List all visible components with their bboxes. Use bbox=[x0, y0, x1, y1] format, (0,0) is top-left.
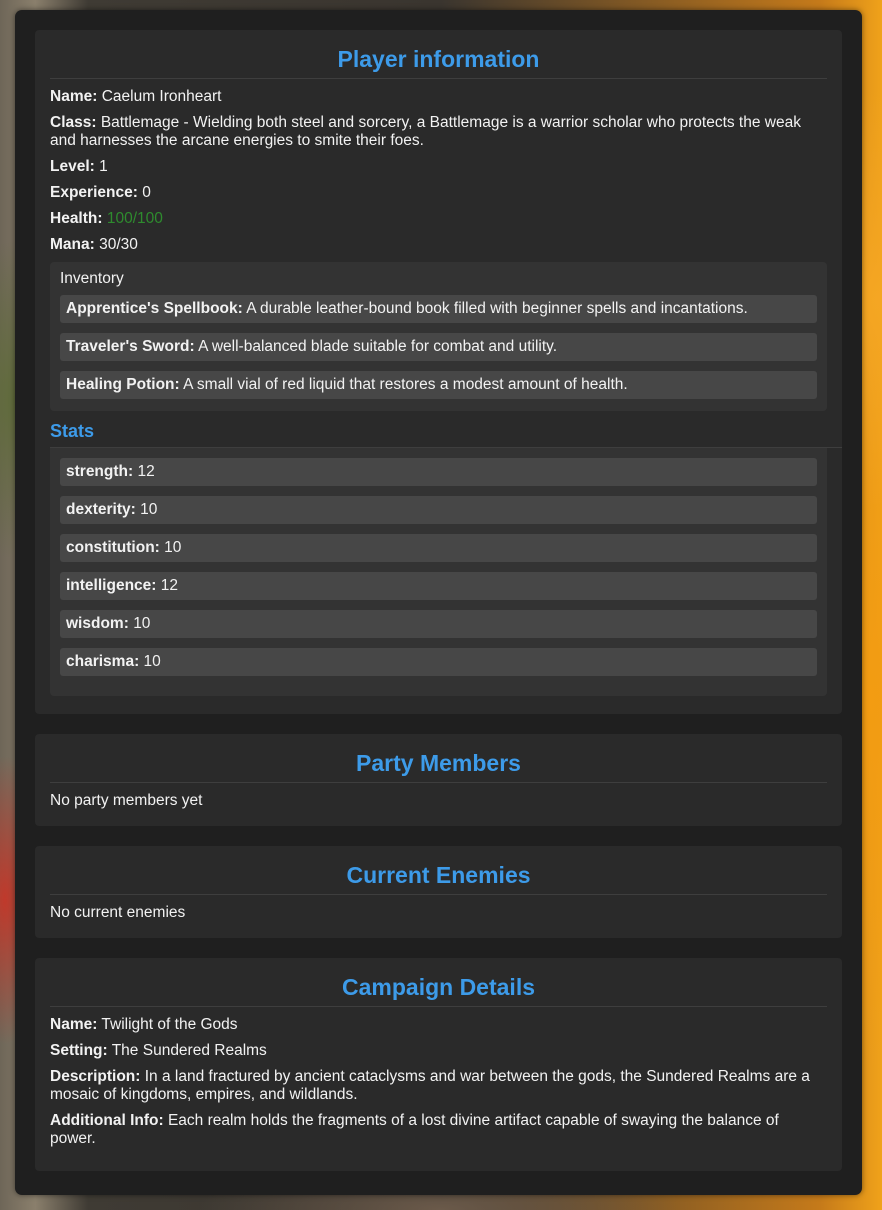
stat-value: 10 bbox=[140, 501, 158, 518]
player-experience-value: 0 bbox=[142, 184, 151, 201]
campaign-additional-line: Additional Info: Each realm holds the fr… bbox=[50, 1112, 827, 1148]
inventory-item-desc: A durable leather-bound book filled with… bbox=[246, 300, 748, 317]
campaign-details-title: Campaign Details bbox=[50, 958, 827, 1007]
player-name-line: Name: Caelum Ironheart bbox=[50, 88, 827, 106]
campaign-name-label: Name: bbox=[50, 1016, 98, 1033]
stat-row-wisdom: wisdom: 10 bbox=[60, 610, 817, 638]
stat-name: intelligence: bbox=[66, 577, 157, 594]
campaign-additional-label: Additional Info: bbox=[50, 1112, 164, 1129]
campaign-setting-line: Setting: The Sundered Realms bbox=[50, 1042, 827, 1060]
inventory-item[interactable]: Traveler's Sword: A well-balanced blade … bbox=[60, 333, 817, 361]
current-enemies-title: Current Enemies bbox=[50, 846, 827, 895]
player-mana-label: Mana: bbox=[50, 236, 95, 253]
inventory-heading: Inventory bbox=[60, 270, 124, 287]
stat-row-dexterity: dexterity: 10 bbox=[60, 496, 817, 524]
campaign-description-label: Description: bbox=[50, 1068, 141, 1085]
player-mana-value: 30/30 bbox=[99, 236, 138, 253]
stat-value: 12 bbox=[160, 577, 178, 594]
campaign-description-line: Description: In a land fractured by anci… bbox=[50, 1068, 827, 1104]
player-level-value: 1 bbox=[99, 158, 108, 175]
stats-section: strength: 12 dexterity: 10 constitution:… bbox=[50, 448, 827, 696]
inventory-item-name: Healing Potion: bbox=[66, 376, 180, 393]
party-members-card: Party Members No party members yet bbox=[35, 734, 842, 826]
stat-name: constitution: bbox=[66, 539, 160, 556]
stat-name: charisma: bbox=[66, 653, 140, 670]
inventory-section: Inventory Apprentice's Spellbook: A dura… bbox=[50, 262, 827, 411]
player-info-card: Player information Name: Caelum Ironhear… bbox=[35, 30, 842, 714]
current-enemies-card: Current Enemies No current enemies bbox=[35, 846, 842, 938]
stat-row-strength: strength: 12 bbox=[60, 458, 817, 486]
player-class-value: Battlemage - Wielding both steel and sor… bbox=[50, 114, 801, 149]
inventory-item[interactable]: Healing Potion: A small vial of red liqu… bbox=[60, 371, 817, 399]
player-class-label: Class: bbox=[50, 114, 97, 131]
stat-name: strength: bbox=[66, 463, 134, 480]
player-info-title: Player information bbox=[50, 30, 827, 79]
stat-value: 10 bbox=[143, 653, 161, 670]
campaign-name-value: Twilight of the Gods bbox=[101, 1016, 238, 1033]
inventory-item-name: Traveler's Sword: bbox=[66, 338, 195, 355]
stat-row-constitution: constitution: 10 bbox=[60, 534, 817, 562]
inventory-item-desc: A small vial of red liquid that restores… bbox=[183, 376, 628, 393]
player-name-label: Name: bbox=[50, 88, 98, 105]
stat-name: dexterity: bbox=[66, 501, 136, 518]
stat-row-charisma: charisma: 10 bbox=[60, 648, 817, 676]
campaign-setting-label: Setting: bbox=[50, 1042, 108, 1059]
stat-value: 10 bbox=[164, 539, 182, 556]
player-class-line: Class: Battlemage - Wielding both steel … bbox=[50, 114, 827, 150]
campaign-name-line: Name: Twilight of the Gods bbox=[50, 1016, 827, 1034]
inventory-item-desc: A well-balanced blade suitable for comba… bbox=[198, 338, 558, 355]
inventory-item[interactable]: Apprentice's Spellbook: A durable leathe… bbox=[60, 295, 817, 323]
stat-value: 12 bbox=[137, 463, 155, 480]
inventory-item-name: Apprentice's Spellbook: bbox=[66, 300, 243, 317]
player-experience-label: Experience: bbox=[50, 184, 138, 201]
player-mana-line: Mana: 30/30 bbox=[50, 236, 827, 254]
campaign-description-value: In a land fractured by ancient cataclysm… bbox=[50, 1068, 810, 1103]
player-level-label: Level: bbox=[50, 158, 95, 175]
player-level-line: Level: 1 bbox=[50, 158, 827, 176]
stat-value: 10 bbox=[133, 615, 151, 632]
stat-name: wisdom: bbox=[66, 615, 129, 632]
player-name-value: Caelum Ironheart bbox=[101, 88, 222, 105]
player-health-label: Health: bbox=[50, 210, 103, 227]
stat-row-intelligence: intelligence: 12 bbox=[60, 572, 817, 600]
stats-heading: Stats bbox=[50, 411, 842, 448]
player-health-value: 100/100 bbox=[106, 210, 163, 227]
enemies-empty-text: No current enemies bbox=[50, 904, 186, 921]
player-experience-line: Experience: 0 bbox=[50, 184, 827, 202]
player-health-line: Health: 100/100 bbox=[50, 210, 827, 228]
campaign-details-card: Campaign Details Name: Twilight of the G… bbox=[35, 958, 842, 1171]
party-members-title: Party Members bbox=[50, 734, 827, 783]
campaign-setting-value: The Sundered Realms bbox=[111, 1042, 267, 1059]
party-empty-text: No party members yet bbox=[50, 792, 203, 809]
